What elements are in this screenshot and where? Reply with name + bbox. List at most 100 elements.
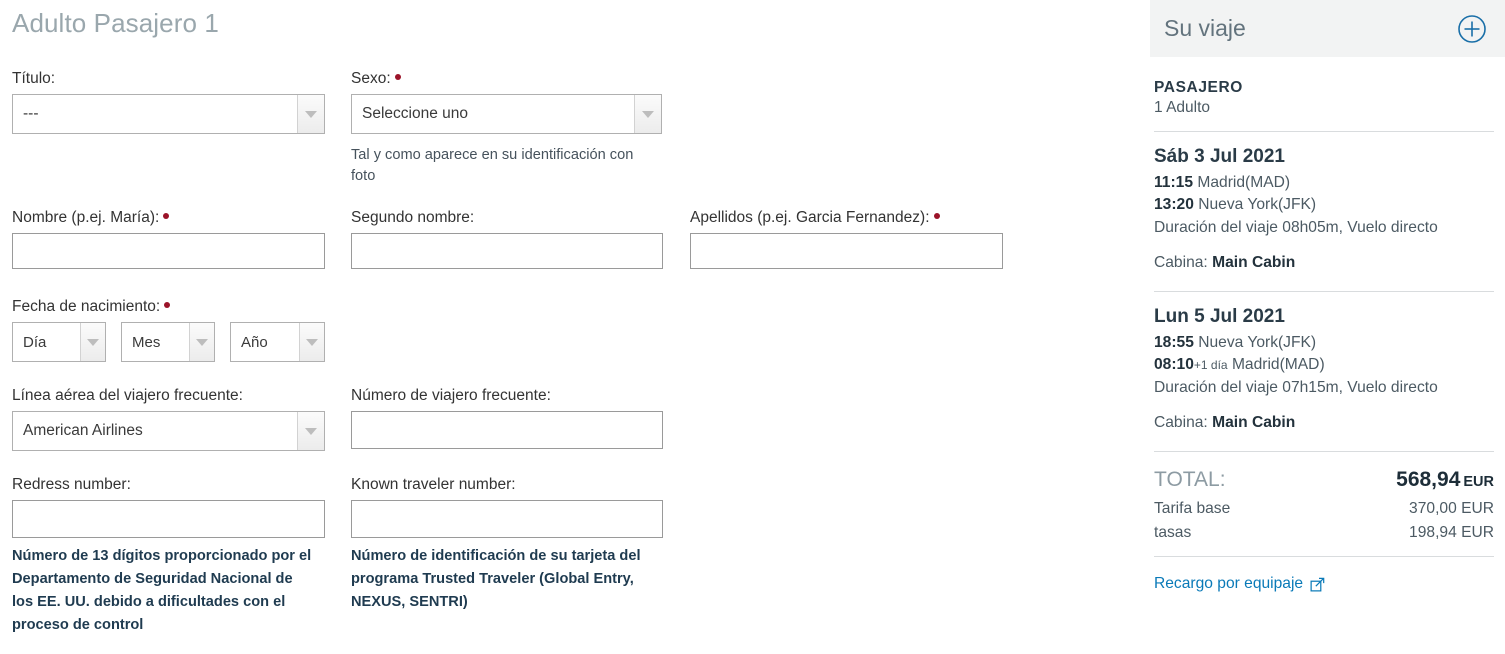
helper-redress: Número de 13 dígitos proporcionado por e… bbox=[12, 548, 312, 633]
total-label: TOTAL: bbox=[1154, 468, 1226, 491]
segment-cabin-value: Main Cabin bbox=[1212, 254, 1296, 271]
sidebar-title: Su viaje bbox=[1164, 15, 1246, 41]
input-numero-viajero[interactable] bbox=[351, 411, 663, 449]
segment-date: Sáb 3 Jul 2021 bbox=[1154, 146, 1285, 167]
segment-cabin-label: Cabina: bbox=[1154, 254, 1208, 271]
required-marker-icon bbox=[164, 302, 171, 308]
fee-row: Tarifa base 370,00 EUR bbox=[1154, 500, 1494, 518]
field-group-redress: Redress number: Número de 13 dígitos pro… bbox=[12, 476, 325, 637]
segment-duration: Duración del viaje 08h05m, Vuelo directo bbox=[1154, 219, 1438, 236]
label-fecha-nacimiento-text: Fecha de nacimiento: bbox=[12, 298, 161, 315]
label-sexo-text: Sexo: bbox=[351, 70, 391, 87]
segment-depart-time: 11:15 bbox=[1154, 174, 1194, 191]
select-mes-value: Mes bbox=[132, 333, 161, 351]
select-mes[interactable]: Mes bbox=[121, 322, 215, 362]
input-known-traveler[interactable] bbox=[351, 500, 663, 538]
fee-row: tasas 198,94 EUR bbox=[1154, 524, 1494, 542]
label-apellidos: Apellidos (p.ej. Garcia Fernandez): bbox=[690, 209, 1003, 227]
total-currency: EUR bbox=[1463, 474, 1494, 490]
input-apellidos[interactable] bbox=[690, 233, 1003, 269]
field-group-known-traveler: Known traveler number: Número de identif… bbox=[351, 476, 663, 614]
segment-depart-time: 18:55 bbox=[1154, 334, 1194, 351]
segment-cabin: Cabina: Main Cabin bbox=[1154, 414, 1494, 432]
required-marker-icon bbox=[163, 213, 170, 219]
segment-arrive-plusday: +1 día bbox=[1193, 358, 1228, 372]
label-nombre-text: Nombre (p.ej. María): bbox=[12, 209, 160, 226]
passenger-section-label: PASAJERO bbox=[1154, 79, 1243, 96]
select-linea-aerea-value: American Airlines bbox=[23, 422, 143, 439]
select-dia[interactable]: Día bbox=[12, 322, 106, 362]
helper-sexo: Tal y como aparece en su identificación … bbox=[351, 147, 634, 184]
chevron-down-icon[interactable] bbox=[189, 323, 214, 361]
segment-date: Lun 5 Jul 2021 bbox=[1154, 306, 1285, 327]
baggage-fee-link-label: Recargo por equipaje bbox=[1154, 575, 1304, 592]
segment-cabin: Cabina: Main Cabin bbox=[1154, 254, 1494, 272]
divider bbox=[1154, 451, 1494, 452]
fee-amount: 198,94 EUR bbox=[1409, 524, 1494, 541]
chevron-down-icon[interactable] bbox=[299, 323, 324, 361]
segment-arrive-time: 13:20 bbox=[1154, 196, 1194, 213]
input-segundo-nombre[interactable] bbox=[351, 233, 663, 269]
select-titulo-value: --- bbox=[23, 105, 39, 122]
field-group-numero-viajero: Número de viajero frecuente: bbox=[351, 387, 663, 449]
required-marker-icon bbox=[394, 74, 401, 80]
segment-depart: 11:15 Madrid(MAD) bbox=[1154, 172, 1494, 193]
select-sexo[interactable]: Seleccione uno bbox=[351, 94, 662, 134]
sidebar-body: PASAJERO 1 Adulto Sáb 3 Jul 2021 11:15 M… bbox=[1154, 57, 1494, 593]
total-amount-value: 568,94 bbox=[1396, 468, 1461, 491]
segment-duration: Duración del viaje 07h15m, Vuelo directo bbox=[1154, 379, 1438, 396]
booking-passenger-page: Adulto Pasajero 1 Título: --- Sexo: Sele… bbox=[0, 0, 1505, 654]
total-amount: 568,94 EUR bbox=[1396, 468, 1494, 492]
field-group-nombre: Nombre (p.ej. María): bbox=[12, 209, 325, 269]
flight-segment: Lun 5 Jul 2021 18:55 Nueva York(JFK) 08:… bbox=[1154, 306, 1494, 432]
passenger-count: 1 Adulto bbox=[1154, 99, 1211, 116]
select-sexo-value: Seleccione uno bbox=[362, 105, 468, 122]
circle-plus-icon[interactable] bbox=[1457, 14, 1487, 44]
select-dia-value: Día bbox=[23, 333, 47, 351]
input-redress[interactable] bbox=[12, 500, 325, 538]
chevron-down-icon[interactable] bbox=[297, 412, 324, 450]
label-linea-aerea: Línea aérea del viajero frecuente: bbox=[12, 387, 243, 404]
segment-arrive-place: Madrid(MAD) bbox=[1231, 356, 1325, 373]
helper-known-traveler: Número de identificación de su tarjeta d… bbox=[351, 548, 641, 610]
label-segundo-nombre: Segundo nombre: bbox=[351, 209, 475, 226]
label-known-traveler: Known traveler number: bbox=[351, 476, 516, 493]
fee-label: tasas bbox=[1154, 524, 1192, 541]
flight-segment: Sáb 3 Jul 2021 11:15 Madrid(MAD) 13:20 N… bbox=[1154, 146, 1494, 272]
segment-depart: 18:55 Nueva York(JFK) bbox=[1154, 332, 1494, 353]
divider bbox=[1154, 556, 1494, 557]
page-title: Adulto Pasajero 1 bbox=[12, 8, 219, 38]
select-titulo[interactable]: --- bbox=[12, 94, 325, 134]
field-group-fecha-nacimiento: Fecha de nacimiento: Día Mes Año bbox=[12, 298, 332, 362]
label-nombre: Nombre (p.ej. María): bbox=[12, 209, 325, 227]
field-group-apellidos: Apellidos (p.ej. Garcia Fernandez): bbox=[690, 209, 1003, 269]
label-titulo: Título: bbox=[12, 70, 56, 87]
segment-depart-place: Madrid(MAD) bbox=[1197, 174, 1291, 191]
chevron-down-icon[interactable] bbox=[634, 95, 661, 133]
divider bbox=[1154, 291, 1494, 292]
select-linea-aerea[interactable]: American Airlines bbox=[12, 411, 325, 451]
required-marker-icon bbox=[933, 213, 940, 219]
segment-arrive-place: Nueva York(JFK) bbox=[1198, 196, 1317, 213]
chevron-down-icon[interactable] bbox=[297, 95, 324, 133]
trip-summary-sidebar: Su viaje PASAJERO 1 Adulto Sáb 3 Jul 202… bbox=[1140, 0, 1505, 654]
passenger-form: Adulto Pasajero 1 Título: --- Sexo: Sele… bbox=[0, 0, 1140, 654]
segment-cabin-label: Cabina: bbox=[1154, 414, 1208, 431]
field-group-segundo-nombre: Segundo nombre: bbox=[351, 209, 663, 269]
select-anio-value: Año bbox=[241, 333, 268, 351]
segment-depart-place: Nueva York(JFK) bbox=[1198, 334, 1317, 351]
label-fecha-nacimiento: Fecha de nacimiento: bbox=[12, 298, 332, 316]
fee-label: Tarifa base bbox=[1154, 500, 1231, 517]
field-group-sexo: Sexo: Seleccione uno Tal y como aparece … bbox=[351, 70, 662, 187]
segment-cabin-value: Main Cabin bbox=[1212, 414, 1296, 431]
external-link-icon[interactable] bbox=[1310, 577, 1325, 592]
chevron-down-icon[interactable] bbox=[80, 323, 105, 361]
baggage-fee-link[interactable]: Recargo por equipaje bbox=[1154, 575, 1494, 593]
label-sexo: Sexo: bbox=[351, 70, 662, 88]
divider bbox=[1154, 131, 1494, 132]
label-redress: Redress number: bbox=[12, 476, 131, 493]
select-anio[interactable]: Año bbox=[230, 322, 325, 362]
total-row: TOTAL: 568,94 EUR bbox=[1154, 468, 1494, 492]
input-nombre[interactable] bbox=[12, 233, 325, 269]
segment-arrive: 08:10+1 día Madrid(MAD) bbox=[1154, 354, 1494, 376]
